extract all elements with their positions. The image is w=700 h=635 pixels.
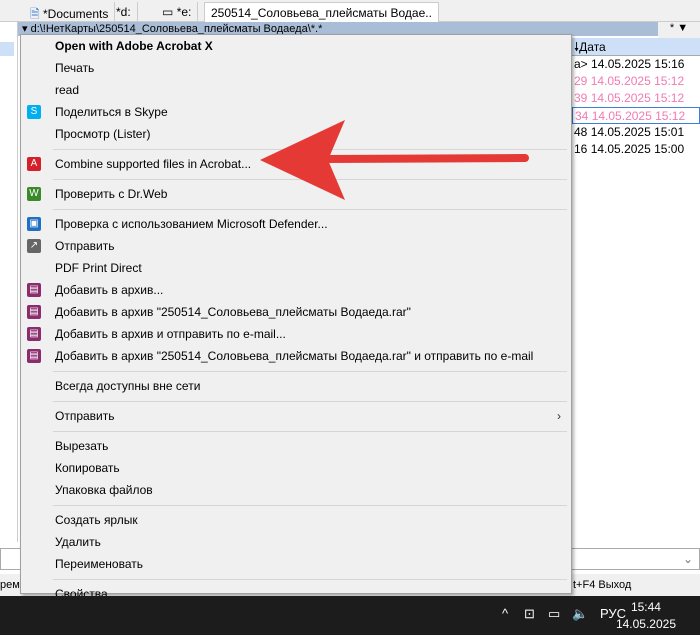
drweb-icon: W xyxy=(27,187,41,201)
skype-icon: S xyxy=(27,105,41,119)
left-panel-selection xyxy=(0,42,14,56)
menu-item-label: Добавить в архив и отправить по e-mail..… xyxy=(55,327,286,341)
chevron-up-icon[interactable]: ^ xyxy=(502,606,508,621)
menu-item[interactable]: Печать xyxy=(21,57,571,79)
menu-separator xyxy=(53,431,567,432)
menu-item[interactable]: Удалить xyxy=(21,531,571,553)
menu-item-label: Переименовать xyxy=(55,557,143,571)
menu-item-label: Упаковка файлов xyxy=(55,483,153,497)
file-date: 14.05.2025 15:12 xyxy=(590,91,685,105)
file-size: 29 xyxy=(574,74,588,88)
winrar-icon: ▤ xyxy=(27,349,41,363)
chevron-right-icon: › xyxy=(557,409,561,423)
drive-icon: ▭ xyxy=(162,5,174,19)
file-date: 14.05.2025 15:12 xyxy=(590,74,685,88)
menu-item-label: Удалить xyxy=(55,535,101,549)
network-icon[interactable]: ▭ xyxy=(548,606,560,622)
file-size: 16 xyxy=(574,142,588,156)
menu-separator xyxy=(53,209,567,210)
file-size: 34 xyxy=(575,109,589,123)
menu-item[interactable]: Open with Adobe Acrobat X xyxy=(21,35,571,57)
menu-separator xyxy=(53,401,567,402)
menu-item[interactable]: Упаковка файлов xyxy=(21,479,571,501)
menu-item[interactable]: ↗ Отправить xyxy=(21,235,571,257)
menu-item[interactable]: ▤ Добавить в архив и отправить по e-mail.… xyxy=(21,323,571,345)
winrar-icon: ▤ xyxy=(27,305,41,319)
file-row[interactable]: 39 14.05.2025 15:12 xyxy=(572,90,700,107)
tab-e[interactable]: ▭ *e: xyxy=(156,2,199,22)
menu-item-label: Вырезать xyxy=(55,439,109,453)
menu-separator xyxy=(53,371,567,372)
menu-item-label: Добавить в архив... xyxy=(55,283,164,297)
taskbar: ^ ⊡ ▭ 🔈 РУС 15:44 14.05.2025 xyxy=(0,596,700,635)
document-icon: 🗎 xyxy=(30,7,40,21)
file-date: 14.05.2025 15:16 xyxy=(591,57,685,71)
tab-documents[interactable]: 🗎 *Documents xyxy=(24,2,116,22)
menu-item-label: Отправить xyxy=(55,239,115,253)
menu-item[interactable]: ▤ Добавить в архив "250514_Соловьева_плей… xyxy=(21,345,571,367)
share-icon: ↗ xyxy=(27,239,41,253)
menu-item-label: Печать xyxy=(55,61,95,75)
column-header-date[interactable]: 🠗Дата xyxy=(572,38,700,56)
red-arrow-annotation xyxy=(260,120,529,200)
menu-item-label: Combine supported files in Acrobat... xyxy=(55,157,252,171)
file-size: 39 xyxy=(574,91,588,105)
file-date: 14.05.2025 15:01 xyxy=(590,125,685,139)
menu-item-label: Проверка с использованием Microsoft Defe… xyxy=(55,217,328,231)
defender-icon: ▣ xyxy=(27,217,41,231)
menu-item[interactable]: Отправить › xyxy=(21,405,571,427)
file-size: 48 xyxy=(574,125,588,139)
menu-item[interactable]: read xyxy=(21,79,571,101)
file-row[interactable]: 29 14.05.2025 15:12 xyxy=(572,73,700,90)
menu-item-label: Поделиться в Skype xyxy=(55,105,168,119)
winrar-icon: ▤ xyxy=(27,283,41,297)
menu-item-label: Копировать xyxy=(55,461,120,475)
volume-icon[interactable]: 🔈 xyxy=(572,606,588,622)
menu-item[interactable]: ▤ Добавить в архив "250514_Соловьева_плей… xyxy=(21,301,571,323)
menu-separator xyxy=(53,579,567,580)
menu-item[interactable]: Всегда доступны вне сети xyxy=(21,375,571,397)
menu-item-label: Добавить в архив "250514_Соловьева_плейс… xyxy=(55,349,534,363)
left-panel[interactable] xyxy=(0,22,18,542)
tab-d[interactable]: *d: xyxy=(110,2,138,22)
file-row[interactable]: 16 14.05.2025 15:00 xyxy=(572,141,700,158)
file-size: a> xyxy=(574,57,588,71)
menu-item-label: Создать ярлык xyxy=(55,513,138,527)
menu-item-label: Проверить с Dr.Web xyxy=(55,187,168,201)
menu-item[interactable]: Вырезать xyxy=(21,435,571,457)
menu-item-label: Всегда доступны вне сети xyxy=(55,379,201,393)
menu-item-label: PDF Print Direct xyxy=(55,261,142,275)
menu-item[interactable]: ▣ Проверка с использованием Microsoft Def… xyxy=(21,213,571,235)
chevron-down-icon[interactable]: ⌄ xyxy=(683,552,693,566)
menu-item[interactable]: Создать ярлык xyxy=(21,509,571,531)
acrobat-icon: A xyxy=(27,157,41,171)
file-row[interactable]: 48 14.05.2025 15:01 xyxy=(572,124,700,141)
menu-item-label: Open with Adobe Acrobat X xyxy=(55,39,213,53)
menu-item[interactable]: Копировать xyxy=(21,457,571,479)
tab-current-folder[interactable]: 250514_Соловьева_плейсматы Водае.. xyxy=(204,2,439,22)
file-date: 14.05.2025 15:00 xyxy=(590,142,685,156)
menu-item[interactable]: PDF Print Direct xyxy=(21,257,571,279)
file-row[interactable]: a> 14.05.2025 15:16 xyxy=(572,56,700,73)
menu-item-label: Отправить xyxy=(55,409,115,423)
menu-item[interactable]: Переименовать xyxy=(21,553,571,575)
menu-item[interactable]: ▤ Добавить в архив... xyxy=(21,279,571,301)
menu-separator xyxy=(53,505,567,506)
winrar-icon: ▤ xyxy=(27,327,41,341)
context-menu: Open with Adobe Acrobat X Печать read S Поде… xyxy=(20,34,572,601)
tab-bar: 🗎 *Documents *d: ▭ *e: 250514_Соловьева_… xyxy=(0,0,700,22)
menu-item-label: Просмотр (Lister) xyxy=(55,127,151,141)
power-icon[interactable]: ⊡ xyxy=(524,606,535,622)
file-date: 14.05.2025 15:12 xyxy=(591,109,686,123)
menu-item-label: Добавить в архив "250514_Соловьева_плейс… xyxy=(55,305,411,319)
clock[interactable]: 15:44 14.05.2025 xyxy=(616,599,676,633)
menu-item-label: read xyxy=(55,83,80,97)
file-row[interactable]: 34 14.05.2025 15:12 xyxy=(572,107,700,124)
